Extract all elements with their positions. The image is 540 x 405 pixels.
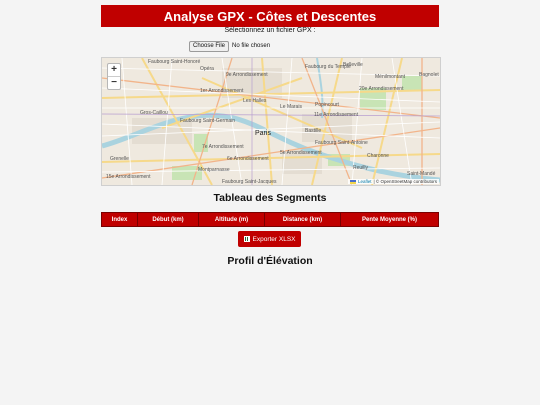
map-view[interactable]: + − Faubourg Saint-Honoré Opéra 9e Arron… [101, 57, 441, 186]
map-label: 15e Arrondissement [106, 174, 151, 180]
map-label: Charonne [367, 153, 389, 159]
map-label: 5e Arrondissement [280, 150, 322, 156]
map-label: 20e Arrondissement [359, 86, 404, 92]
map-label: Gros-Caillou [140, 110, 168, 116]
page-title: Analyse GPX - Côtes et Descentes [163, 8, 377, 24]
map-label: Faubourg Saint-Antoine [315, 140, 368, 146]
file-input[interactable]: Choose File No file chosen [189, 40, 271, 52]
zoom-in-button[interactable]: + [108, 64, 120, 76]
map-label: Grenelle [110, 156, 129, 162]
export-xlsx-button[interactable]: Exporter XLSX [238, 231, 301, 247]
spreadsheet-icon [243, 236, 250, 242]
map-label: Opéra [200, 66, 214, 72]
map-label: 11e Arrondissement [314, 112, 359, 118]
file-status: No file chosen [232, 43, 271, 49]
map-attribution: Leaflet | © OpenStreetMap contributors [347, 179, 439, 184]
map-label: Faubourg Saint-Germain [180, 118, 236, 124]
app-header: Analyse GPX - Côtes et Descentes [101, 5, 439, 27]
leaflet-link[interactable]: Leaflet [358, 179, 372, 184]
map-label: 6e Arrondissement [227, 156, 269, 162]
column-header: Index [101, 212, 138, 227]
map-label: 9e Arrondissement [226, 72, 268, 78]
column-header: Distance (km) [264, 212, 341, 227]
ukraine-flag-icon [349, 179, 356, 184]
column-header: Pente Moyenne (%) [340, 212, 439, 227]
map-label: 7e Arrondissement [202, 144, 244, 150]
map-label: Saint-Mandé [407, 171, 436, 177]
map-label: Paris [255, 130, 271, 137]
osm-attribution: | © OpenStreetMap contributors [373, 179, 437, 184]
column-header: Altitude (m) [198, 212, 265, 227]
map-label: Faubourg Saint-Jacques [222, 179, 277, 185]
map-label: Les Halles [243, 98, 267, 104]
map-label: Faubourg Saint-Honoré [148, 59, 201, 65]
map-label: Reuilly [353, 165, 369, 171]
segments-title: Tableau des Segments [213, 192, 327, 204]
file-prompt-label: Sélectionnez un fichier GPX : [224, 27, 316, 34]
map-label: Le Marais [280, 104, 302, 110]
column-header: Début (km) [137, 212, 199, 227]
map-label: Montparnasse [198, 167, 230, 173]
map-label: Popincourt [315, 102, 339, 108]
zoom-out-button[interactable]: − [108, 76, 120, 89]
map-label: Belleville [343, 62, 363, 68]
export-label: Exporter XLSX [252, 235, 296, 243]
map-label: 1er Arrondissement [200, 88, 244, 94]
choose-file-button[interactable]: Choose File [189, 40, 230, 52]
elevation-profile-title: Profil d'Élévation [227, 255, 313, 267]
map-label: Ménilmontant [375, 74, 406, 80]
segments-table: Index Début (km) Altitude (m) Distance (… [101, 212, 439, 227]
table-header-row: Index Début (km) Altitude (m) Distance (… [101, 212, 439, 227]
map-label: Bastille [305, 128, 322, 134]
map-label: Bagnolet [419, 72, 439, 78]
zoom-control: + − [107, 63, 121, 90]
